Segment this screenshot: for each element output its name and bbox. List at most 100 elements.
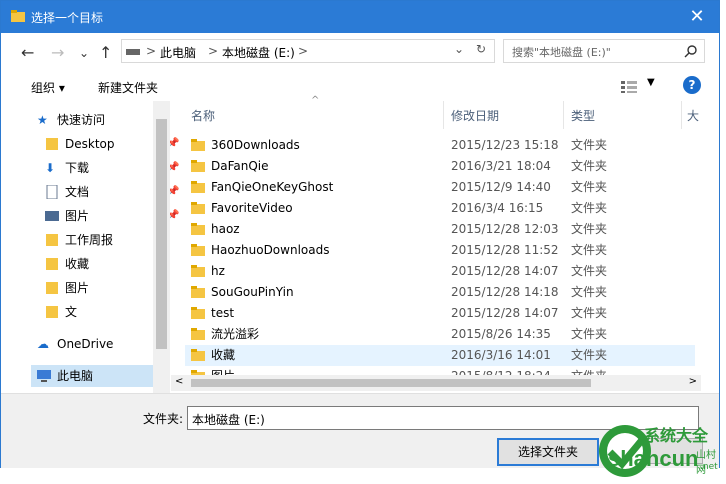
file-row[interactable]: 收藏 2016/3/16 14:01 文件夹 — [185, 345, 695, 366]
sidebar-item-onedrive[interactable]: ☁ OneDrive — [37, 333, 157, 355]
file-row[interactable]: 360Downloads 2015/12/23 15:18 文件夹 — [185, 135, 695, 156]
sidebar-item-label: 图片 — [65, 281, 90, 295]
folder-icon — [191, 181, 205, 193]
organize-button[interactable]: 组织 ▾ — [31, 79, 65, 96]
view-dropdown-icon[interactable]: ▼ — [647, 77, 655, 88]
folder-icon — [191, 307, 205, 319]
file-name: DaFanQie — [211, 159, 269, 173]
file-type: 文件夹 — [571, 306, 608, 320]
folder-icon — [191, 160, 205, 172]
sidebar-item-weekly-report[interactable]: 工作周报 — [45, 229, 155, 251]
folder-icon — [191, 139, 205, 151]
pictures-icon — [45, 211, 59, 221]
help-button[interactable]: ? — [683, 76, 701, 94]
address-bar[interactable]: > 此电脑 > 本地磁盘 (E:) > ⌄ ↻ — [121, 39, 495, 63]
file-row[interactable]: FavoriteVideo 2016/3/4 16:15 文件夹 — [185, 198, 695, 219]
file-row[interactable]: SouGouPinYin 2015/12/28 14:18 文件夹 — [185, 282, 695, 303]
folder-icon — [191, 286, 205, 298]
column-header-type[interactable]: 类型 — [571, 107, 595, 124]
file-list: ^ 名称 修改日期 类型 大 360Downloads 2015/12/23 15… — [171, 95, 701, 391]
breadcrumb-separator: > — [208, 44, 219, 58]
sidebar-item-quick-access[interactable]: ★ 快速访问 — [37, 109, 157, 131]
file-row[interactable]: HaozhuoDownloads 2015/12/28 11:52 文件夹 — [185, 240, 695, 261]
folder-icon — [191, 223, 205, 235]
file-name: SouGouPinYin — [211, 285, 294, 299]
sidebar-item-documents[interactable]: 文档 📌 — [45, 181, 179, 203]
breadcrumb-separator: > — [146, 44, 157, 58]
file-date: 2015/8/26 14:35 — [451, 327, 551, 341]
file-row[interactable]: 流光溢彩 2015/8/26 14:35 文件夹 — [185, 324, 695, 345]
file-row[interactable]: haoz 2015/12/28 12:03 文件夹 — [185, 219, 695, 240]
search-box[interactable]: 搜索"本地磁盘 (E:)" — [503, 39, 705, 63]
file-row[interactable]: FanQieOneKeyGhost 2015/12/9 14:40 文件夹 — [185, 177, 695, 198]
breadcrumb-local-disk[interactable]: 本地磁盘 (E:) — [222, 44, 295, 61]
file-row[interactable]: 图片 2015/8/12 18:24 文件夹 — [185, 366, 695, 375]
file-name: FavoriteVideo — [211, 201, 293, 215]
sidebar-item-pictures[interactable]: 图片 📌 — [45, 205, 179, 227]
file-date: 2015/12/28 11:52 — [451, 243, 559, 257]
back-button[interactable]: ← — [21, 43, 34, 62]
column-separator[interactable] — [443, 101, 444, 129]
sidebar-item-desktop[interactable]: Desktop 📌 — [45, 133, 179, 155]
sidebar-item-downloads[interactable]: ⬇ 下载 📌 — [45, 157, 179, 179]
watermark-sub: .net — [700, 462, 718, 472]
sidebar-item-label: 图片 — [65, 209, 90, 223]
sidebar-item-pictures-folder[interactable]: 图片 — [45, 277, 155, 299]
sidebar-scroll-thumb[interactable] — [156, 119, 167, 349]
sidebar-item-favorites[interactable]: 收藏 — [45, 253, 155, 275]
watermark: 系统大全 shancun 山村网 .net — [596, 420, 722, 480]
folder-icon — [191, 202, 205, 214]
file-type: 文件夹 — [571, 285, 608, 299]
file-date: 2015/12/28 14:18 — [451, 285, 559, 299]
file-row[interactable]: DaFanQie 2016/3/21 18:04 文件夹 — [185, 156, 695, 177]
column-separator[interactable] — [681, 101, 682, 129]
column-header-name[interactable]: 名称 — [191, 107, 215, 124]
select-folder-button[interactable]: 选择文件夹 — [497, 438, 599, 466]
recent-locations-button[interactable]: ⌄ — [79, 46, 89, 60]
view-options-icon[interactable] — [621, 81, 637, 93]
search-placeholder: 搜索"本地磁盘 (E:)" — [512, 46, 611, 59]
folder-icon — [191, 265, 205, 277]
new-folder-button[interactable]: 新建文件夹 — [98, 79, 158, 96]
file-row[interactable]: hz 2015/12/28 14:07 文件夹 — [185, 261, 695, 282]
horizontal-scroll-thumb[interactable] — [191, 379, 591, 387]
breadcrumb-this-pc[interactable]: 此电脑 — [160, 44, 196, 61]
file-type: 文件夹 — [571, 201, 608, 215]
file-date: 2015/12/28 12:03 — [451, 222, 559, 236]
title-bar: 选择一个目标 ✕ — [1, 1, 719, 33]
cloud-icon: ☁ — [37, 337, 49, 351]
folder-icon — [46, 306, 58, 318]
sidebar-item-label: 收藏 — [65, 257, 90, 271]
file-name: 图片 — [211, 366, 235, 375]
up-button[interactable]: ↑ — [99, 43, 112, 62]
sidebar-item-label: Desktop — [65, 137, 115, 151]
column-header-size[interactable]: 大 — [687, 107, 699, 124]
file-type: 文件夹 — [571, 138, 608, 152]
address-dropdown-icon[interactable]: ⌄ — [454, 42, 464, 56]
column-separator[interactable] — [563, 101, 564, 129]
file-name: HaozhuoDownloads — [211, 243, 330, 257]
document-icon — [46, 185, 58, 199]
file-type: 文件夹 — [571, 327, 608, 341]
file-type: 文件夹 — [571, 180, 608, 194]
file-date: 2016/3/16 14:01 — [451, 348, 551, 362]
sidebar-item-this-pc[interactable]: 此电脑 — [31, 365, 155, 387]
horizontal-scrollbar[interactable]: < > — [171, 375, 701, 391]
close-button[interactable]: ✕ — [675, 1, 719, 33]
scroll-left-arrow[interactable]: < — [175, 376, 183, 387]
scroll-right-arrow[interactable]: > — [689, 376, 697, 387]
sidebar-item-label: 下载 — [65, 161, 90, 175]
drive-icon — [126, 49, 140, 55]
file-row[interactable]: test 2015/12/28 14:07 文件夹 — [185, 303, 695, 324]
breadcrumb-separator: > — [298, 44, 309, 58]
column-header-date[interactable]: 修改日期 — [451, 107, 499, 124]
folder-icon — [46, 138, 58, 150]
sidebar-item-wen[interactable]: 文 — [45, 301, 155, 323]
file-type: 文件夹 — [571, 348, 608, 362]
folder-app-icon — [11, 10, 25, 22]
download-arrow-icon: ⬇ — [45, 161, 56, 175]
forward-button[interactable]: → — [51, 43, 64, 62]
refresh-icon[interactable]: ↻ — [476, 42, 486, 56]
sidebar-scrollbar[interactable] — [153, 101, 170, 393]
file-name: hz — [211, 264, 225, 278]
